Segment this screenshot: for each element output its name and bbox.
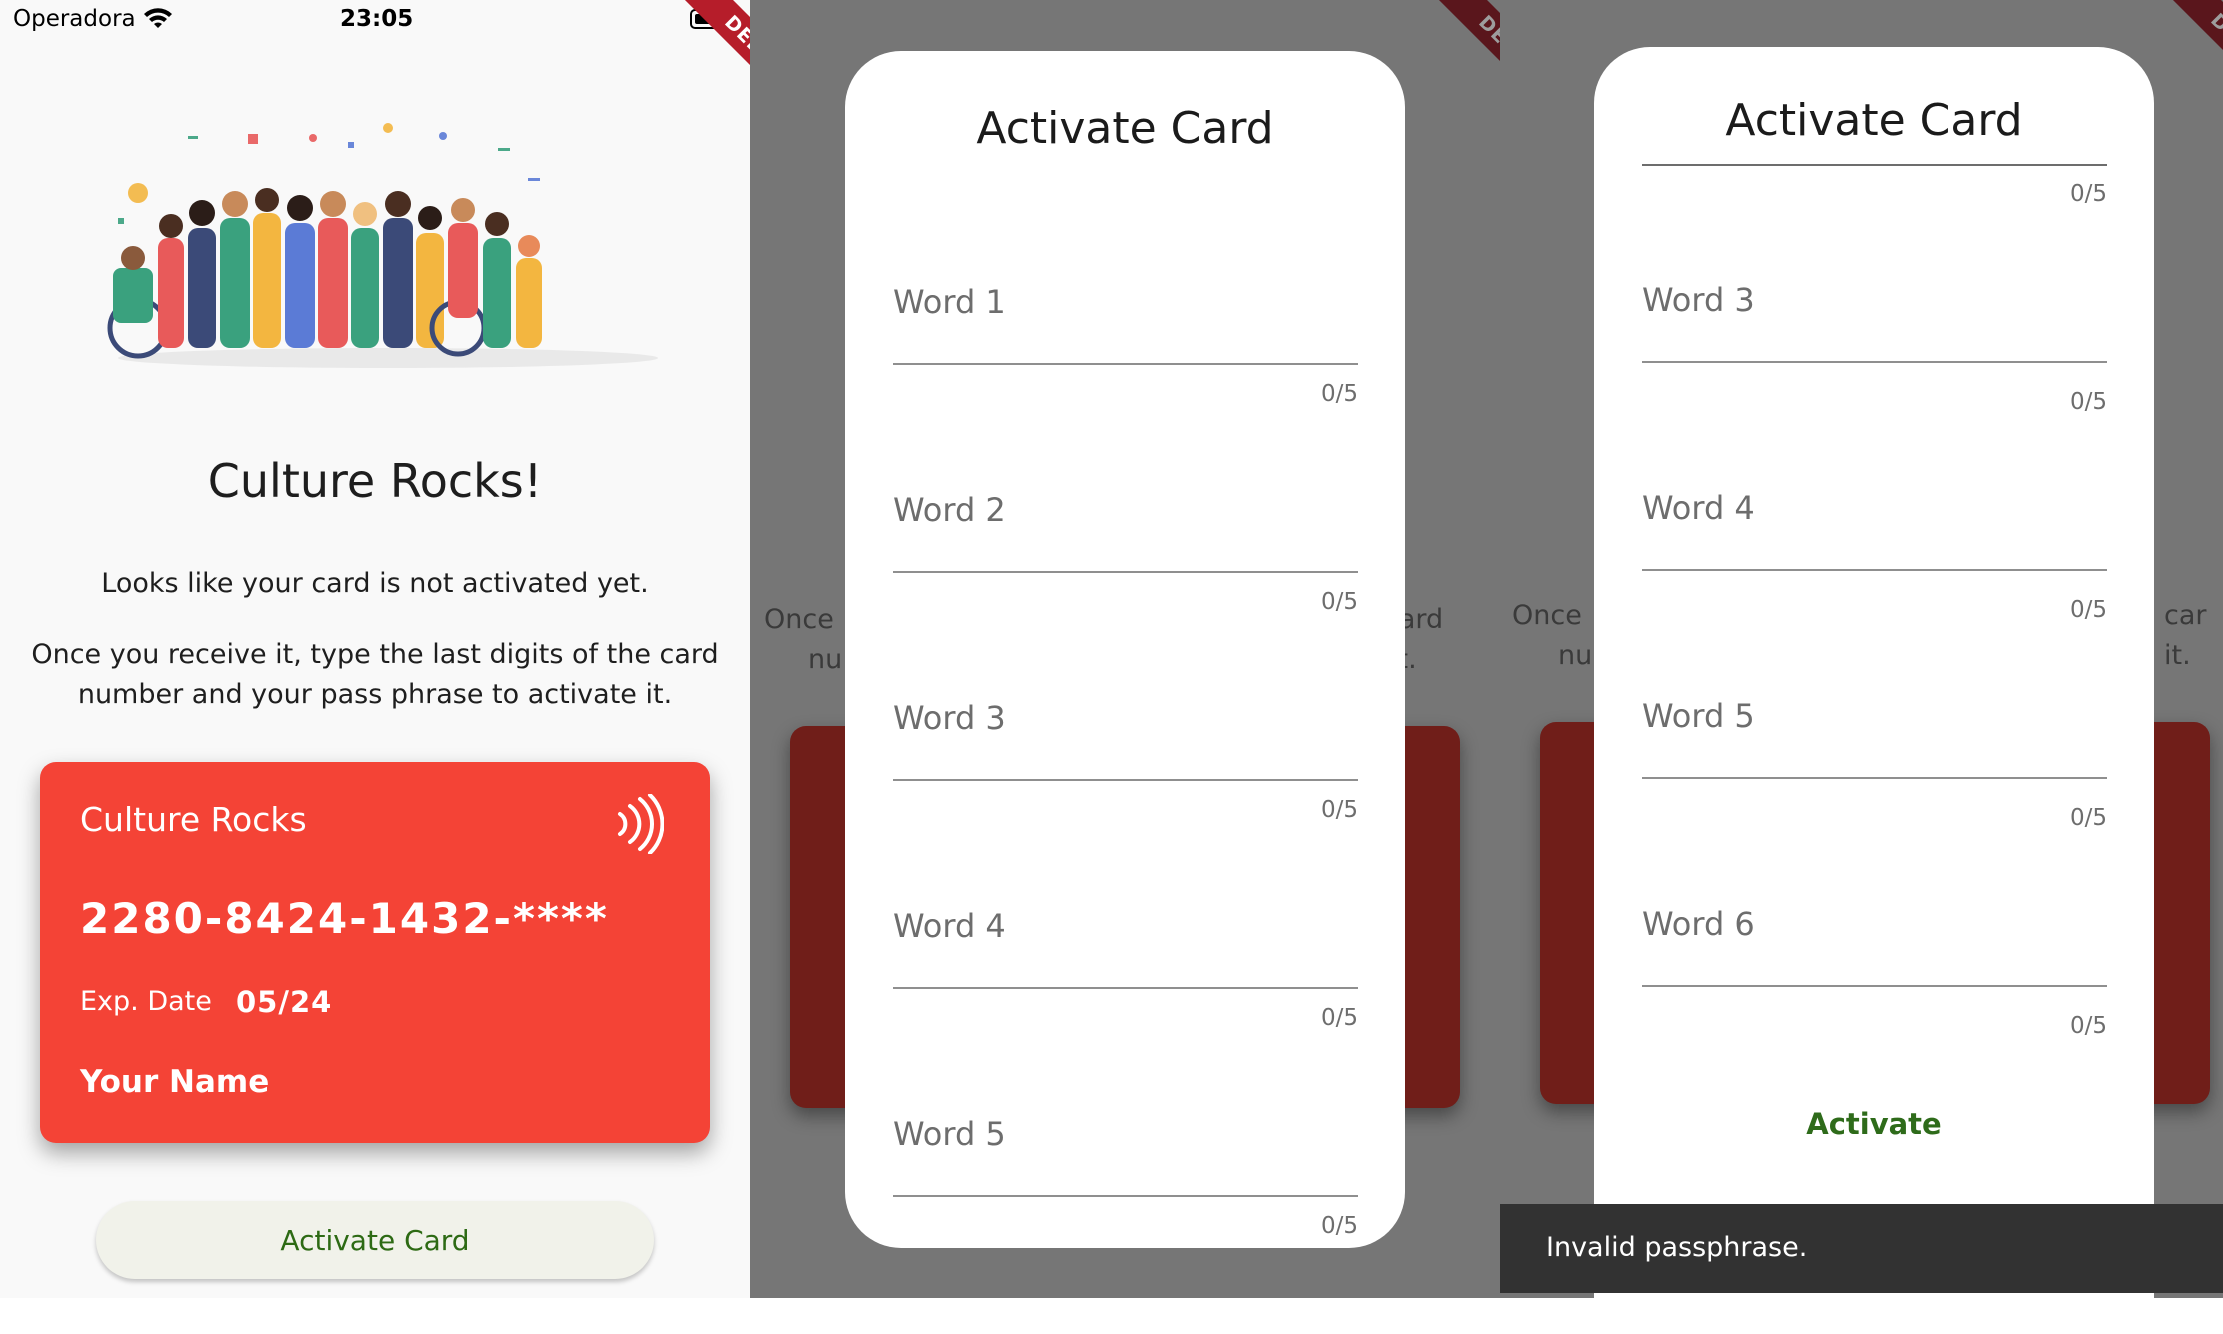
activate-card-button[interactable]: Activate Card bbox=[96, 1201, 654, 1279]
word-4-counter-row: 0/5 bbox=[893, 1005, 1358, 1035]
page-title: Culture Rocks! bbox=[207, 454, 543, 508]
word-5-underline bbox=[1642, 777, 2107, 779]
word-4-underline bbox=[1642, 569, 2107, 571]
word-5-label: Word 5 bbox=[893, 1115, 1006, 1153]
word-4-counter-row: 0/5 bbox=[1642, 597, 2107, 627]
word-5-field[interactable]: Word 5 bbox=[1642, 647, 2107, 787]
background-text-fragment: nu bbox=[808, 644, 843, 675]
word-5-counter-row: 0/5 bbox=[893, 1213, 1358, 1243]
word-6-counter-row: 0/5 bbox=[1642, 1013, 2107, 1043]
snackbar-message: Invalid passphrase. bbox=[1546, 1232, 1808, 1263]
carrier-label: Operadora bbox=[13, 6, 136, 32]
word-3-underline bbox=[1642, 361, 2107, 363]
word-2-counter: 0/5 bbox=[1320, 589, 1358, 615]
card-holder-name: Your Name bbox=[80, 1064, 270, 1100]
word-3-field[interactable]: Word 3 bbox=[1642, 231, 2107, 371]
word-2-counter: 0/5 bbox=[2069, 181, 2107, 207]
activate-dialog-screen-2: DEBUG Once nu car it. Activate Card 0/5 … bbox=[1500, 0, 2223, 1298]
word-3-counter: 0/5 bbox=[1320, 797, 1358, 823]
word-3-counter: 0/5 bbox=[2069, 389, 2107, 415]
word-3-label: Word 3 bbox=[1642, 281, 1755, 319]
word-3-counter-row: 0/5 bbox=[1642, 389, 2107, 419]
word-4-field[interactable]: Word 4 bbox=[1642, 439, 2107, 579]
debug-banner: DEBUG bbox=[1406, 0, 1500, 151]
dialog-title: Activate Card bbox=[976, 103, 1274, 154]
word-5-field[interactable]: Word 5 bbox=[893, 1065, 1358, 1205]
card-exp-date: 05/24 bbox=[236, 985, 333, 1019]
scrolled-field-underline bbox=[1642, 164, 2107, 166]
word-4-counter: 0/5 bbox=[2069, 597, 2107, 623]
word-1-underline bbox=[893, 363, 1358, 365]
word-6-counter: 0/5 bbox=[2069, 1013, 2107, 1039]
word-4-label: Word 4 bbox=[893, 907, 1006, 945]
celebration-illustration bbox=[107, 123, 658, 368]
background-text-fragment: nu bbox=[1558, 640, 1593, 671]
word-2-label: Word 2 bbox=[893, 491, 1006, 529]
not-activated-message: Looks like your card is not activated ye… bbox=[101, 568, 649, 599]
background-text-fragment: car bbox=[2164, 600, 2207, 631]
card-exp-label: Exp. Date bbox=[80, 986, 212, 1017]
word-5-counter-row: 0/5 bbox=[1642, 805, 2107, 835]
dialog-title: Activate Card bbox=[1725, 95, 2023, 146]
snackbar: Invalid passphrase. bbox=[1500, 1204, 2223, 1293]
word-3-field[interactable]: Word 3 bbox=[893, 649, 1358, 789]
word-5-counter: 0/5 bbox=[2069, 805, 2107, 831]
word-4-counter: 0/5 bbox=[1320, 1005, 1358, 1031]
word-1-counter: 0/5 bbox=[1320, 381, 1358, 407]
wifi-icon bbox=[144, 8, 172, 28]
contactless-icon bbox=[618, 794, 664, 854]
word-4-label: Word 4 bbox=[1642, 489, 1755, 527]
background-text-fragment: Once bbox=[764, 604, 834, 635]
card-number: 2280-8424-1432-**** bbox=[80, 894, 609, 943]
word-4-underline bbox=[893, 987, 1358, 989]
instructions-message: Once you receive it, type the last digit… bbox=[31, 639, 719, 710]
word-2-field[interactable]: Word 2 bbox=[893, 441, 1358, 581]
word-2-counter-row: 0/5 bbox=[893, 589, 1358, 619]
word-6-field[interactable]: Word 6 bbox=[1642, 855, 2107, 995]
background-text-fragment: Once bbox=[1512, 600, 1582, 631]
activate-card-dialog: Activate Card Word 1 0/5 Word 2 0/5 Word… bbox=[845, 51, 1405, 1248]
credit-card: Culture Rocks 2280-8424-1432-**** Exp. D… bbox=[40, 762, 710, 1143]
word-1-counter-row: 0/5 bbox=[893, 381, 1358, 411]
word-3-label: Word 3 bbox=[893, 699, 1006, 737]
word-6-underline bbox=[1642, 985, 2107, 987]
word-3-counter-row: 0/5 bbox=[893, 797, 1358, 827]
word-5-counter: 0/5 bbox=[1320, 1213, 1358, 1239]
home-screen: Operadora 23:05 DEBUG Culture Rocks! Loo… bbox=[0, 0, 750, 1298]
word-6-label: Word 6 bbox=[1642, 905, 1755, 943]
activate-button[interactable]: Activate bbox=[1764, 1099, 1984, 1149]
card-brand: Culture Rocks bbox=[80, 800, 307, 839]
word-5-label: Word 5 bbox=[1642, 697, 1755, 735]
clock-time: 23:05 bbox=[340, 6, 414, 32]
word-3-underline bbox=[893, 779, 1358, 781]
word-1-field[interactable]: Word 1 bbox=[893, 233, 1358, 373]
word-5-underline bbox=[893, 1195, 1358, 1197]
background-text-fragment: it. bbox=[2164, 640, 2191, 671]
word-1-label: Word 1 bbox=[893, 283, 1006, 321]
word-2-underline bbox=[893, 571, 1358, 573]
activate-card-dialog: Activate Card 0/5 Word 3 0/5 Word 4 0/5 … bbox=[1594, 47, 2154, 1298]
activate-dialog-screen-1: DEBUG Once nu card it. Activate Card Wor… bbox=[750, 0, 1500, 1298]
word-4-field[interactable]: Word 4 bbox=[893, 857, 1358, 997]
scrolled-counter-row: 0/5 bbox=[1642, 181, 2107, 211]
